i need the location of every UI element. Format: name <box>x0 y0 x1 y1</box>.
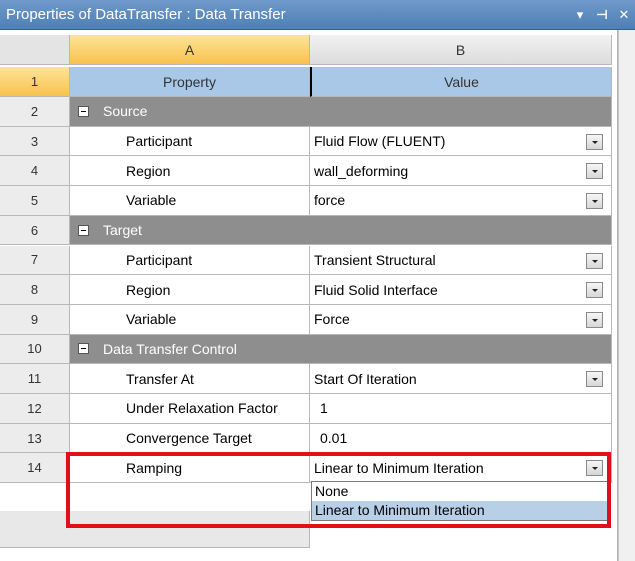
ramping-option-none[interactable]: None <box>312 482 607 501</box>
property-value-select[interactable]: Transient Structural <box>310 245 612 276</box>
ramping-dropdown-list[interactable]: None Linear to Minimum Iteration <box>311 481 608 521</box>
dropdown-arrow-icon[interactable] <box>586 282 603 299</box>
window-title: Properties of DataTransfer : Data Transf… <box>6 6 286 23</box>
dropdown-arrow-icon[interactable] <box>586 252 603 269</box>
property-label[interactable]: Transfer At <box>70 364 310 394</box>
property-label[interactable]: Participant <box>70 126 310 157</box>
property-value: Force <box>314 311 350 328</box>
property-value: Start Of Iteration <box>314 370 417 387</box>
dropdown-arrow-icon[interactable] <box>586 163 603 180</box>
group-row: 2 Source <box>0 97 612 127</box>
table-row: 9 Variable Force <box>0 304 612 335</box>
table-row: 5 Variable force <box>0 186 612 216</box>
table-header-row: 1 Property Value <box>0 67 612 97</box>
title-bar: Properties of DataTransfer : Data Transf… <box>0 0 635 30</box>
collapse-icon[interactable] <box>78 343 89 355</box>
row-number[interactable]: 7 <box>0 245 70 276</box>
group-label: Target <box>103 222 142 239</box>
row-number[interactable]: 10 <box>0 334 70 365</box>
property-value-select[interactable]: Fluid Solid Interface <box>310 275 612 305</box>
table-row: 13 Convergence Target 0.01 <box>0 423 612 454</box>
group-row: 10 Data Transfer Control <box>0 334 612 365</box>
property-label[interactable]: Region <box>70 275 310 305</box>
property-value-select[interactable]: force <box>310 186 612 216</box>
row-number[interactable]: 11 <box>0 364 70 394</box>
property-value-select[interactable]: Fluid Flow (FLUENT) <box>310 126 612 157</box>
value-header[interactable]: Value <box>310 67 612 97</box>
property-value: Linear to Minimum Iteration <box>314 459 484 476</box>
group-label: Source <box>103 103 148 120</box>
property-label[interactable]: Participant <box>70 245 310 276</box>
group-header[interactable]: Source <box>70 97 612 127</box>
empty-area <box>0 511 310 548</box>
row-number[interactable]: 3 <box>0 126 70 157</box>
row-number[interactable]: 1 <box>0 67 70 97</box>
row-number[interactable]: 6 <box>0 215 70 246</box>
collapse-icon[interactable] <box>78 224 89 236</box>
property-value: Fluid Flow (FLUENT) <box>314 133 446 150</box>
property-label[interactable]: Region <box>70 156 310 187</box>
property-value-select[interactable]: wall_deforming <box>310 156 612 187</box>
dropdown-menu-icon[interactable]: ▾ <box>569 7 591 23</box>
row-number[interactable]: 12 <box>0 394 70 424</box>
dropdown-arrow-icon[interactable] <box>586 460 603 477</box>
property-label[interactable]: Ramping <box>70 453 310 484</box>
property-value-select[interactable]: Start Of Iteration <box>310 364 612 394</box>
table-row: 3 Participant Fluid Flow (FLUENT) <box>0 126 612 157</box>
collapse-icon[interactable] <box>78 105 89 117</box>
ramping-option-linear[interactable]: Linear to Minimum Iteration <box>312 501 607 520</box>
property-value-select[interactable]: Linear to Minimum Iteration <box>310 453 612 484</box>
table-row: 14 Ramping Linear to Minimum Iteration <box>0 453 612 484</box>
table-row: 11 Transfer At Start Of Iteration <box>0 364 612 394</box>
property-value-input[interactable]: 0.01 <box>310 423 612 454</box>
corner-cell <box>0 35 70 65</box>
panel-edge <box>618 30 635 561</box>
row-number[interactable]: 5 <box>0 186 70 216</box>
group-header[interactable]: Data Transfer Control <box>70 334 612 365</box>
property-label[interactable]: Convergence Target <box>70 423 310 454</box>
property-value-input[interactable]: 1 <box>310 394 612 424</box>
property-header[interactable]: Property <box>70 67 310 97</box>
table-row: 12 Under Relaxation Factor 1 <box>0 394 612 424</box>
row-number[interactable]: 13 <box>0 423 70 454</box>
property-label[interactable]: Under Relaxation Factor <box>70 394 310 424</box>
table-row: 4 Region wall_deforming <box>0 156 612 187</box>
table-row: 8 Region Fluid Solid Interface <box>0 275 612 305</box>
property-label[interactable]: Variable <box>70 186 310 216</box>
column-header-a[interactable]: A <box>70 35 310 65</box>
property-label[interactable]: Variable <box>70 304 310 335</box>
property-value: force <box>314 192 346 209</box>
column-header-row: A B <box>0 35 612 65</box>
close-icon[interactable]: ✕ <box>613 7 635 23</box>
group-row: 6 Target <box>0 215 612 246</box>
property-value: Fluid Solid Interface <box>314 281 438 298</box>
dropdown-arrow-icon[interactable] <box>586 133 603 150</box>
dropdown-arrow-icon[interactable] <box>586 311 603 328</box>
group-label: Data Transfer Control <box>103 340 237 357</box>
group-header[interactable]: Target <box>70 215 612 246</box>
column-header-b[interactable]: B <box>310 35 612 65</box>
row-number[interactable]: 8 <box>0 275 70 305</box>
row-number[interactable]: 2 <box>0 97 70 127</box>
property-value: 0.01 <box>320 430 348 447</box>
dropdown-arrow-icon[interactable] <box>586 193 603 210</box>
property-value: Transient Structural <box>314 251 436 268</box>
row-number[interactable]: 4 <box>0 156 70 187</box>
row-number[interactable]: 14 <box>0 453 70 484</box>
property-value: 1 <box>320 400 328 417</box>
property-value-select[interactable]: Force <box>310 304 612 335</box>
table-row: 7 Participant Transient Structural <box>0 245 612 276</box>
pin-icon[interactable]: ⊣ <box>591 7 613 23</box>
property-value: wall_deforming <box>314 162 409 179</box>
dropdown-arrow-icon[interactable] <box>586 371 603 388</box>
row-number[interactable]: 9 <box>0 304 70 335</box>
